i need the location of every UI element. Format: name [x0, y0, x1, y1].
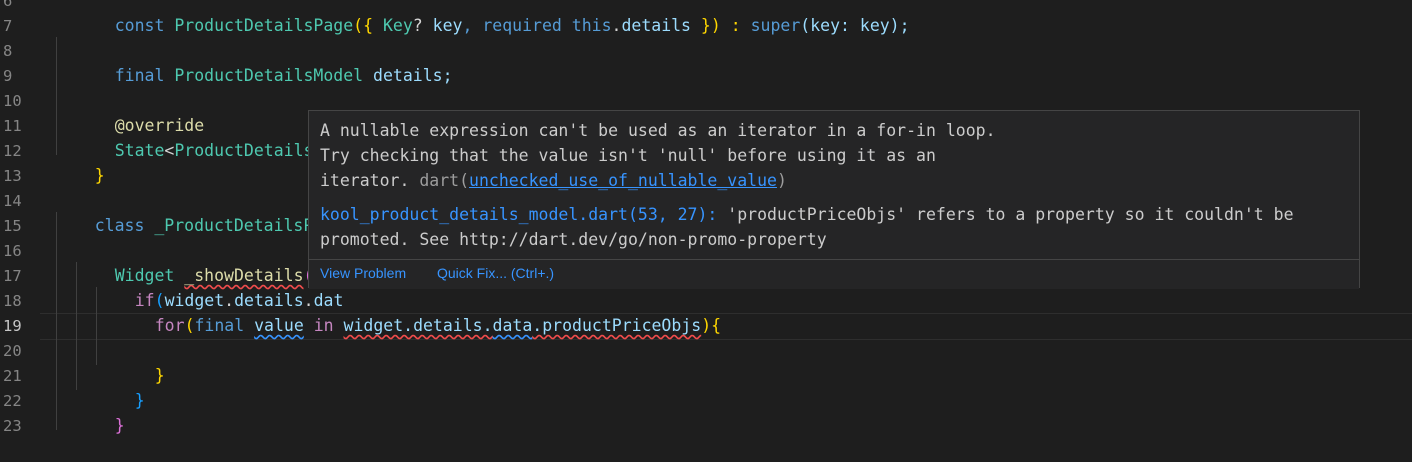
error-message: A nullable expression can't be used as a… — [320, 121, 996, 140]
code-line-16: Widget _showDetails(int — [114, 266, 344, 285]
error-code-link[interactable]: unchecked_use_of_nullable_value — [469, 171, 777, 190]
line-number: 20 — [3, 342, 22, 360]
line-number: 10 — [3, 92, 22, 110]
code-line-18: for(final value in widget.details.data.p… — [154, 316, 722, 335]
line-number: 12 — [3, 142, 22, 160]
line-number: 7 — [3, 17, 13, 35]
line-number: 16 — [3, 242, 22, 260]
related-info: kool_product_details_model.dart(53, 27):… — [320, 205, 1294, 224]
code-line-17: if(widget.details.dat — [134, 291, 344, 310]
code-line-14: class _ProductDetailsPage — [94, 216, 344, 235]
code-line-6: const ProductDetailsPage({ Key? key, req… — [114, 16, 910, 35]
line-number: 15 — [3, 217, 22, 235]
related-file-link[interactable]: kool_product_details_model.dart(53, 27): — [320, 205, 717, 224]
code-line-10: @override — [114, 116, 205, 135]
view-problem-button[interactable]: View Problem — [320, 265, 406, 281]
code-line-12: } — [94, 166, 105, 185]
code-line-21: } — [134, 391, 145, 410]
quick-fix-button[interactable]: Quick Fix... (Ctrl+.) — [437, 265, 554, 281]
line-number: 8 — [3, 42, 13, 60]
code-line-20: } — [154, 366, 165, 385]
hover-action-bar: View Problem Quick Fix... (Ctrl+.) — [309, 259, 1359, 289]
line-number-gutter: 6 7 8 9 10 11 12 13 14 15 16 17 18 19 20… — [0, 0, 40, 435]
line-number: 9 — [3, 67, 13, 85]
related-info-line2: promoted. See http://dart.dev/go/non-pro… — [320, 230, 827, 249]
line-number: 13 — [3, 167, 22, 185]
line-number: 14 — [3, 192, 22, 210]
code-line-8: final ProductDetailsModel details; — [114, 66, 453, 85]
error-message-line3: iterator. dart(unchecked_use_of_nullable… — [320, 171, 787, 190]
error-message-line2: Try checking that the value isn't 'null'… — [320, 146, 936, 165]
line-number-active: 19 — [3, 317, 22, 335]
line-number: 22 — [3, 392, 22, 410]
line-number: 6 — [3, 0, 13, 10]
line-number: 23 — [3, 417, 22, 435]
indent-guide — [56, 37, 57, 155]
line-number: 21 — [3, 367, 22, 385]
line-number: 11 — [3, 117, 22, 135]
line-number: 18 — [3, 292, 22, 310]
code-line-11: State<ProductDetailsPag — [114, 141, 344, 160]
line-number: 17 — [3, 267, 22, 285]
code-line-22: } — [114, 416, 125, 435]
problem-hover-widget: A nullable expression can't be used as a… — [308, 110, 1360, 289]
